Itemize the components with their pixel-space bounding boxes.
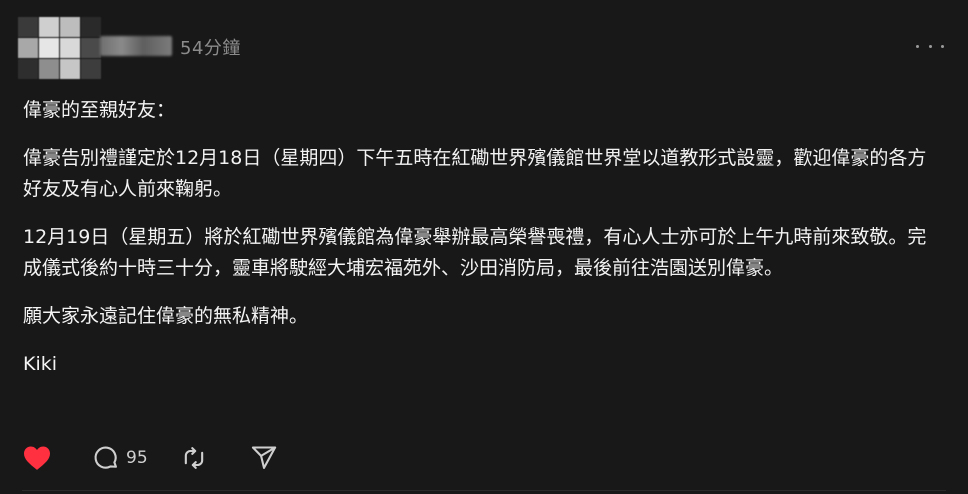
like-button[interactable] [22, 445, 52, 471]
post-body: 偉豪的至親好友： 偉豪告別禮謹定於12月18日（星期四）下午五時在紅磡世界殯儀館… [23, 95, 943, 397]
action-bar: 95 [22, 443, 278, 473]
post-paragraph: 偉豪的至親好友： [23, 99, 176, 121]
divider [22, 490, 946, 491]
share-button[interactable] [250, 444, 278, 472]
repost-icon [184, 447, 203, 469]
comment-count: 95 [126, 448, 148, 468]
avatar-blurred[interactable] [18, 17, 101, 79]
heart-filled-icon [24, 446, 50, 470]
username-blurred[interactable] [100, 36, 172, 56]
send-icon [251, 446, 276, 469]
post-paragraph: 偉豪告別禮謹定於12月18日（星期四）下午五時在紅磡世界殯儀館世界堂以道教形式設… [23, 147, 927, 200]
thread-post: 54分鐘 偉豪的至親好友： 偉豪告別禮謹定於12月18日（星期四）下午五時在紅磡… [0, 0, 968, 494]
post-paragraph: 12月19日（星期五）將於紅磡世界殯儀館為偉豪舉辦最高榮譽喪禮，有心人士亦可於上… [23, 226, 927, 279]
post-paragraph: 願大家永遠記住偉豪的無私精神。 [23, 305, 309, 327]
repost-button[interactable] [180, 444, 208, 472]
more-horizontal-icon[interactable] [916, 36, 944, 56]
post-signature: Kiki [23, 353, 58, 375]
comment-button[interactable]: 95 [92, 444, 148, 472]
comment-bubble-icon [94, 446, 117, 469]
post-timestamp: 54分鐘 [180, 38, 241, 59]
